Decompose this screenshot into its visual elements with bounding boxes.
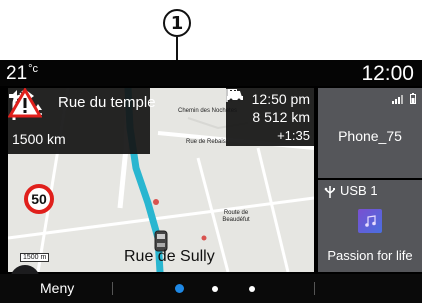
status-bar: 21°c 12:00 — [0, 60, 422, 86]
navigation-map[interactable]: Chemin des Nochetes Rue de Rebais Route … — [8, 88, 314, 272]
music-note-icon — [365, 215, 376, 227]
separator — [314, 282, 315, 295]
usb-icon — [324, 186, 335, 198]
remaining-distance: 8 512 km — [252, 109, 310, 125]
speed-limit-sign: 50 — [24, 184, 54, 214]
arrival-time: 12:50 pm — [251, 91, 310, 107]
page-indicator-3[interactable] — [249, 286, 255, 292]
map-label-beaudet: Route de Beaudéfut — [222, 210, 250, 223]
media-source: USB 1 — [340, 183, 378, 198]
page-indicator-2[interactable] — [212, 286, 218, 292]
menu-button[interactable]: Meny — [40, 280, 74, 296]
next-street-name: Rue du temple — [58, 94, 156, 111]
battery-icon — [410, 93, 416, 104]
signal-strength-icon — [392, 95, 403, 104]
traffic-car-icon — [227, 91, 243, 102]
map-label-rebais: Rue de Rebais — [186, 139, 226, 145]
infotainment-screen: 21°c 12:00 Chemin des Nochetes Rue de Re… — [0, 60, 422, 303]
current-street-name: Rue de Sully — [124, 248, 215, 265]
album-art-icon — [358, 209, 382, 233]
bottom-bar: Meny — [0, 274, 422, 303]
speed-limit-value: 50 — [31, 191, 47, 207]
warning-triangle-icon — [8, 88, 42, 118]
outside-temperature: 21°c — [6, 63, 38, 85]
clock: 12:00 — [361, 62, 414, 85]
distance-to-maneuver: 1500 km — [12, 131, 66, 147]
temperature-unit: °c — [28, 63, 39, 75]
phone-name: Phone_75 — [338, 128, 402, 144]
page-indicator-1[interactable] — [175, 284, 184, 293]
temperature-value: 21 — [6, 63, 28, 84]
traffic-delay: +1:35 — [277, 128, 310, 143]
separator — [112, 282, 113, 295]
track-title: Passion for life — [327, 248, 413, 263]
media-widget[interactable]: USB 1 Passion for life — [318, 180, 422, 272]
warning-distance: 1500 m — [20, 253, 50, 262]
phone-widget[interactable]: Phone_75 — [318, 88, 422, 178]
trip-info-panel[interactable]: 12:50 pm 8 512 km +1:35 — [226, 88, 314, 146]
callout-number: 1 — [163, 9, 191, 37]
